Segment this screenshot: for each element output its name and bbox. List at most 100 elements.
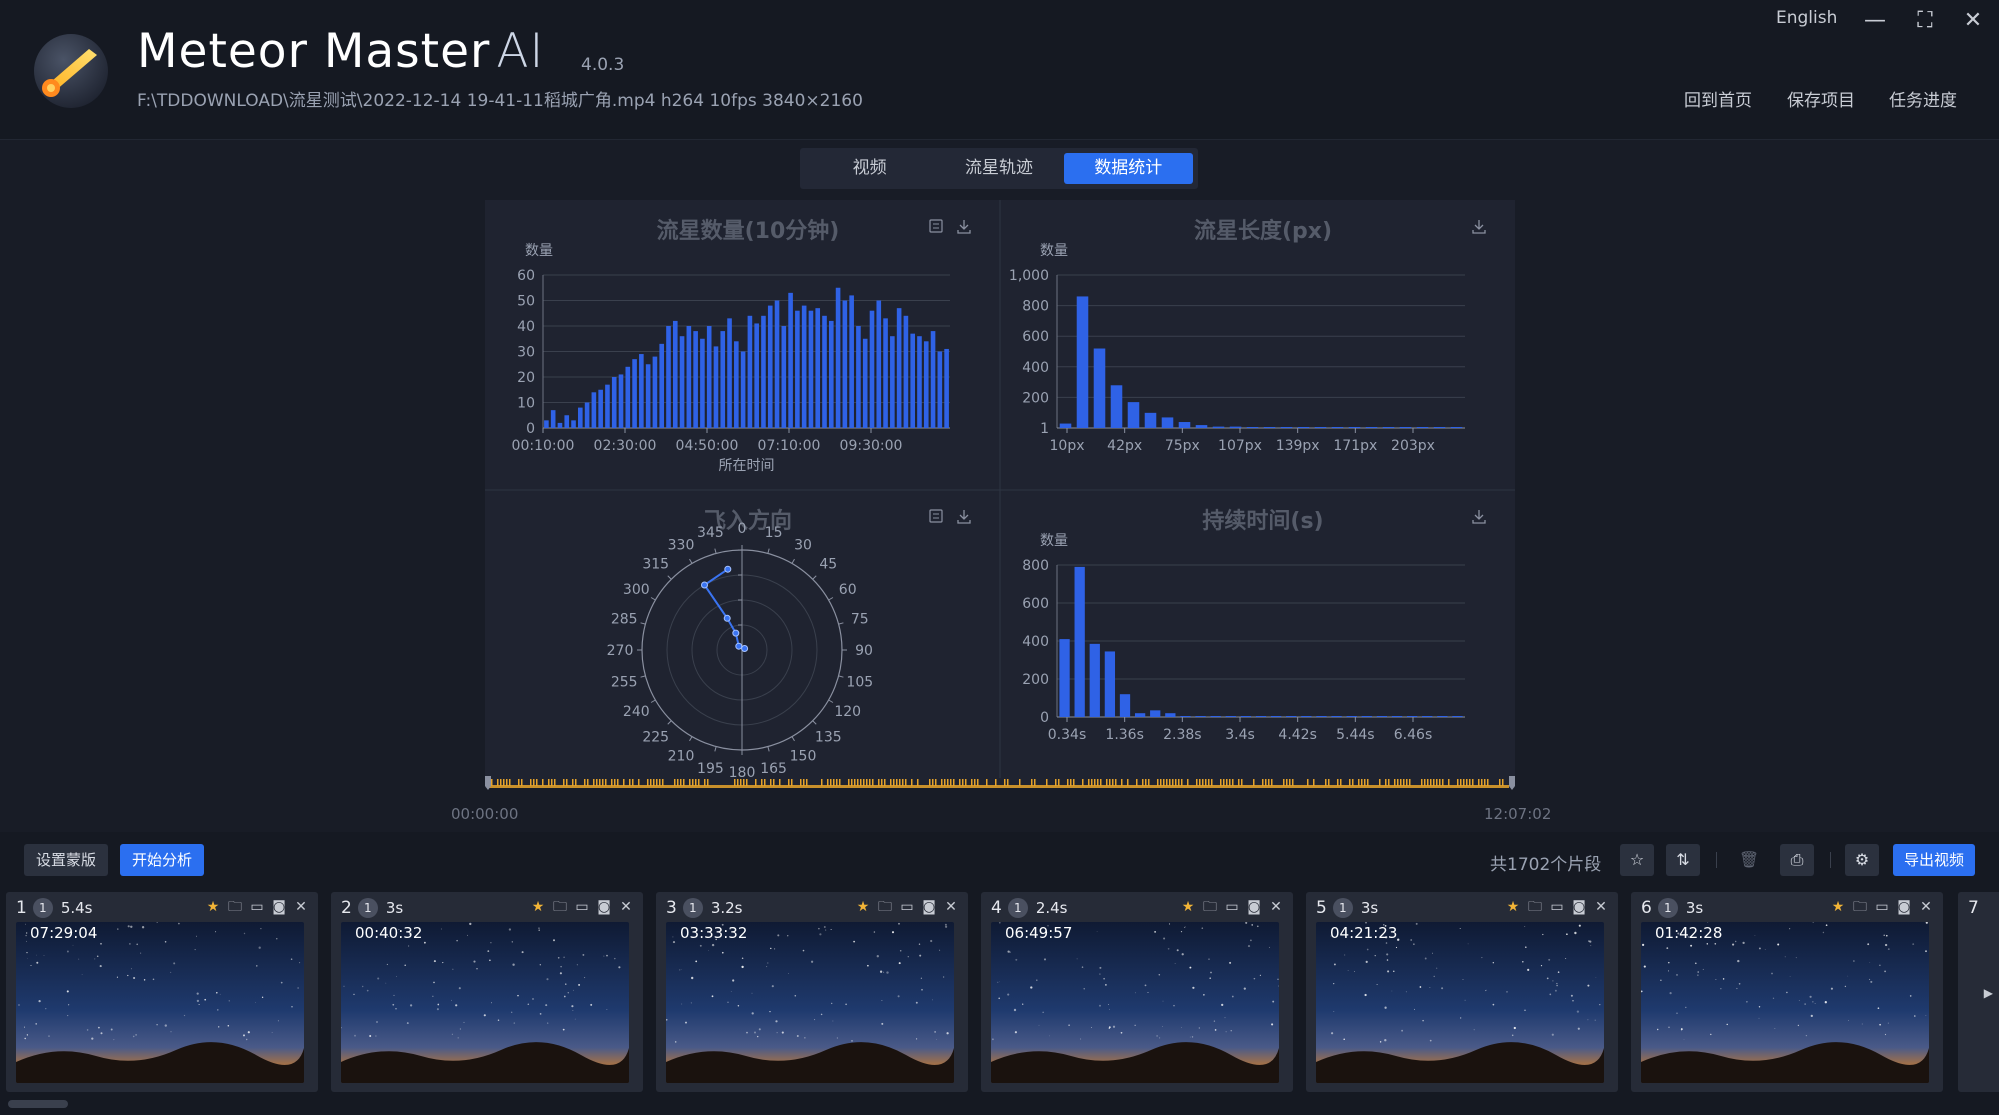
close-icon[interactable]: ✕ [942, 898, 960, 916]
start-analysis-button[interactable]: 开始分析 [120, 844, 204, 876]
bar[interactable] [611, 377, 617, 428]
bar[interactable] [584, 402, 590, 429]
bar[interactable] [761, 315, 766, 428]
bar[interactable] [1437, 716, 1448, 717]
bar[interactable] [917, 336, 922, 428]
bar[interactable] [632, 359, 637, 428]
bar[interactable] [1225, 716, 1236, 717]
direction-point[interactable] [741, 645, 749, 652]
bar[interactable] [923, 341, 929, 428]
bar[interactable] [1144, 412, 1157, 428]
timeline-track[interactable] [485, 776, 1515, 790]
tab-statistics[interactable]: 数据统计 [1063, 153, 1193, 184]
export-video-button[interactable]: 导出视频 [1893, 844, 1975, 876]
video-icon[interactable]: ▭ [573, 898, 591, 916]
bar[interactable] [1119, 694, 1131, 717]
bar[interactable] [1406, 716, 1418, 717]
folder-icon[interactable]: 🗀 [1201, 898, 1219, 916]
direction-point[interactable] [732, 629, 740, 637]
bar[interactable] [1240, 716, 1252, 717]
bar[interactable] [1376, 716, 1388, 717]
download-icon[interactable] [957, 220, 971, 234]
bar[interactable] [659, 343, 665, 428]
close-icon[interactable]: ✕ [617, 898, 635, 916]
video-icon[interactable]: ▭ [1223, 898, 1241, 916]
clip-thumbnail[interactable]: 03:33:32 [666, 922, 954, 1083]
bar[interactable] [944, 348, 949, 428]
bar[interactable] [1450, 427, 1463, 428]
bar[interactable] [1076, 296, 1089, 428]
settings-icon[interactable]: ⚙ [1845, 844, 1879, 876]
video-icon[interactable]: ▭ [1548, 898, 1566, 916]
direction-point[interactable] [724, 565, 732, 573]
camera-icon[interactable]: ◙ [595, 898, 613, 916]
clip-thumbnail[interactable]: 00:40:32 [341, 922, 629, 1083]
horizontal-scrollbar[interactable] [8, 1100, 68, 1108]
bar[interactable] [1093, 348, 1106, 428]
bar[interactable] [828, 320, 834, 428]
bar[interactable] [1195, 425, 1208, 428]
bar[interactable] [1074, 566, 1085, 717]
bar[interactable] [1361, 716, 1372, 717]
bar[interactable] [1391, 716, 1403, 717]
bar[interactable] [910, 333, 915, 428]
bar[interactable] [862, 338, 868, 428]
bar[interactable] [781, 326, 787, 428]
set-mask-button[interactable]: 设置蒙版 [24, 844, 108, 876]
clip-card[interactable]: 1 1 5.4s ★ 🗀 ▭ ◙ ✕ 07:29:04 [6, 892, 318, 1092]
bar[interactable] [720, 331, 726, 428]
bar[interactable] [795, 310, 800, 428]
bar[interactable] [1059, 423, 1072, 428]
bar[interactable] [883, 318, 888, 428]
bar[interactable] [774, 300, 780, 429]
bar[interactable] [1210, 716, 1221, 717]
clip-card[interactable]: 2 1 3s ★ 🗀 ▭ ◙ ✕ 00:40:32 [331, 892, 643, 1092]
bar[interactable] [1365, 427, 1378, 428]
bar[interactable] [849, 295, 854, 428]
camera-icon[interactable]: ◙ [1895, 898, 1913, 916]
close-icon[interactable]: ✕ [292, 898, 310, 916]
bar[interactable] [1089, 643, 1100, 717]
direction-point[interactable] [735, 642, 743, 650]
bar[interactable] [1399, 427, 1412, 428]
bar[interactable] [605, 384, 610, 428]
clip-card[interactable]: 6 1 3s ★ 🗀 ▭ ◙ ✕ 01:42:28 [1631, 892, 1943, 1092]
scroll-right-icon[interactable]: ▶ [1984, 986, 1993, 1000]
bar[interactable] [856, 326, 861, 428]
bar[interactable] [734, 341, 739, 428]
bar[interactable] [1416, 427, 1429, 428]
bar[interactable] [591, 392, 597, 428]
bar[interactable] [618, 374, 624, 428]
folder-icon[interactable]: 🗀 [1851, 898, 1869, 916]
clip-card[interactable]: 5 1 3s ★ 🗀 ▭ ◙ ✕ 04:21:23 [1306, 892, 1618, 1092]
print-icon[interactable]: ⎙ [1780, 844, 1814, 876]
bar[interactable] [896, 308, 902, 428]
bar[interactable] [1246, 427, 1259, 428]
bar[interactable] [1452, 716, 1463, 717]
bar[interactable] [937, 351, 943, 429]
bar[interactable] [1331, 427, 1344, 428]
bar[interactable] [645, 364, 651, 428]
home-link[interactable]: 回到首页 [1684, 86, 1752, 111]
direction-point[interactable] [723, 614, 731, 622]
bar[interactable] [564, 415, 570, 428]
bar[interactable] [727, 318, 732, 428]
sort-icon[interactable]: ⇅ [1666, 844, 1700, 876]
bar[interactable] [578, 407, 583, 428]
bar[interactable] [842, 300, 848, 429]
bar[interactable] [835, 287, 841, 428]
bar[interactable] [666, 326, 671, 428]
close-icon[interactable]: ✕ [1592, 898, 1610, 916]
bar[interactable] [679, 336, 685, 428]
bar[interactable] [1316, 716, 1327, 717]
close-button[interactable]: ✕ [1958, 6, 1988, 36]
close-icon[interactable]: ✕ [1267, 898, 1285, 916]
bar[interactable] [754, 323, 759, 428]
bar[interactable] [808, 310, 814, 428]
clip-thumbnail[interactable]: 06:49:57 [991, 922, 1279, 1083]
bar[interactable] [1382, 427, 1395, 428]
bar[interactable] [1104, 651, 1116, 717]
video-icon[interactable]: ▭ [248, 898, 266, 916]
folder-icon[interactable]: 🗀 [551, 898, 569, 916]
bar[interactable] [1270, 716, 1282, 717]
